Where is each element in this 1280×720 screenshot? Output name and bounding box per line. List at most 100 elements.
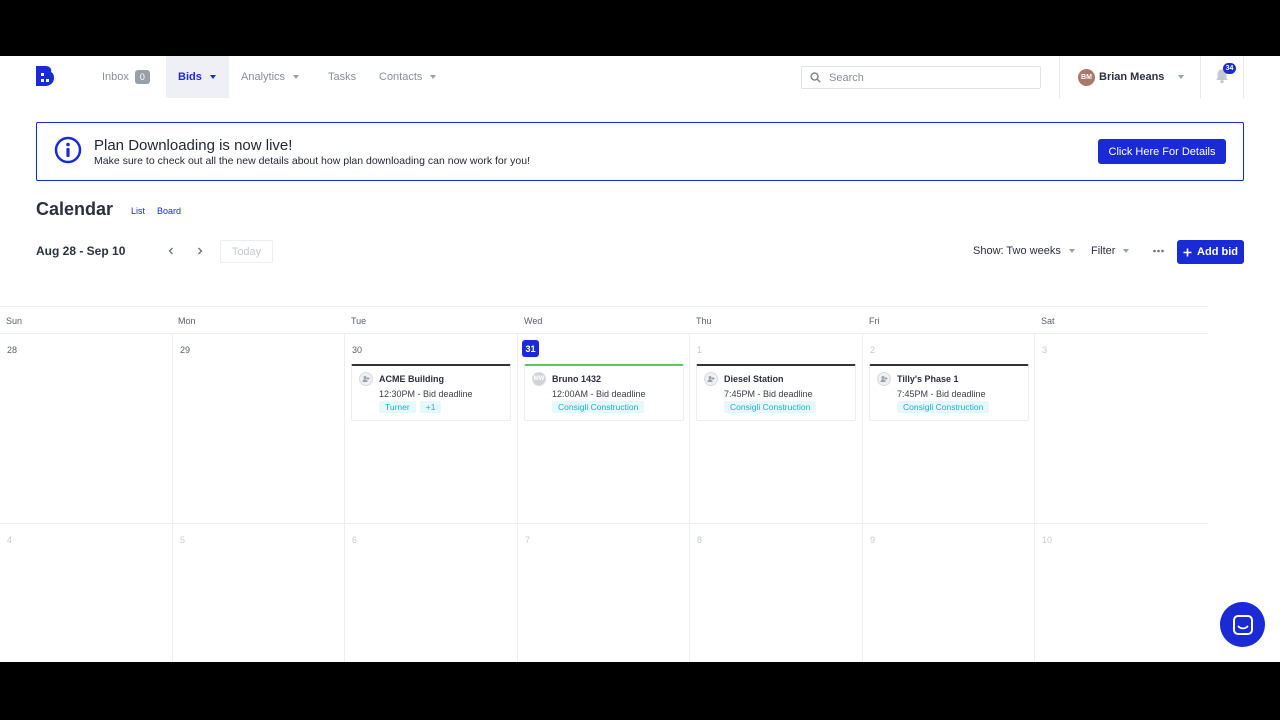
nav-analytics[interactable]: Analytics bbox=[229, 56, 311, 98]
day-number: 9 bbox=[870, 535, 876, 545]
chat-launcher-button[interactable] bbox=[1220, 602, 1265, 647]
avatar: BM bbox=[1078, 68, 1095, 86]
nav-tasks-label: Tasks bbox=[328, 71, 357, 83]
today-button[interactable]: Today bbox=[220, 240, 273, 263]
chevron-down-icon bbox=[1178, 75, 1185, 79]
day-cell[interactable]: 5 bbox=[173, 524, 345, 662]
company-icon bbox=[359, 372, 373, 386]
nav-tasks[interactable]: Tasks bbox=[316, 56, 368, 98]
day-number: 6 bbox=[352, 535, 358, 545]
show-range-dropdown[interactable]: Show: Two weeks bbox=[973, 245, 1075, 257]
event-time: 7:45PM - Bid deadline bbox=[724, 389, 813, 399]
day-cell[interactable]: 9 bbox=[863, 524, 1035, 662]
weekday-label: Thu bbox=[696, 316, 712, 326]
day-cell[interactable]: 4 bbox=[0, 524, 173, 662]
event-time: 7:45PM - Bid deadline bbox=[897, 389, 986, 399]
day-cell[interactable]: 3 bbox=[1035, 334, 1208, 524]
day-cell[interactable]: 10 bbox=[1035, 524, 1208, 662]
banner-title: Plan Downloading is now live! bbox=[94, 137, 293, 154]
page-title: Calendar bbox=[36, 199, 114, 219]
top-nav: Inbox 0 Bids Analytics Tasks Contacts Se… bbox=[0, 56, 1280, 98]
day-number: 3 bbox=[1042, 345, 1048, 355]
day-cell[interactable]: 31 MW Bruno 1432 12:00AM - Bid deadline … bbox=[518, 334, 690, 524]
day-cell[interactable]: 28 bbox=[0, 334, 173, 524]
day-number: 1 bbox=[697, 345, 703, 355]
event-time: 12:30PM - Bid deadline bbox=[379, 389, 473, 399]
day-number: 30 bbox=[352, 345, 363, 355]
event-tags: Consigli Construction bbox=[897, 401, 990, 413]
search-icon bbox=[810, 72, 821, 83]
day-number: 29 bbox=[180, 345, 191, 355]
company-icon bbox=[877, 372, 891, 386]
event-tags: Turner +1 bbox=[379, 401, 442, 413]
calendar-week: 4 5 6 7 8 9 10 bbox=[0, 524, 1208, 662]
event-tags: Consigli Construction bbox=[552, 401, 645, 413]
chevron-down-icon bbox=[1123, 249, 1130, 253]
date-range: Aug 28 - Sep 10 bbox=[36, 244, 126, 258]
view-board-link[interactable]: Board bbox=[157, 206, 181, 216]
weekday-header: Sun Mon Tue Wed Thu Fri Sat bbox=[0, 306, 1208, 334]
add-bid-label: Add bid bbox=[1197, 246, 1238, 258]
nav-inbox[interactable]: Inbox 0 bbox=[90, 56, 162, 98]
more-options-icon[interactable] bbox=[1153, 249, 1164, 253]
chevron-right-icon[interactable] bbox=[196, 247, 204, 255]
announcement-banner: Plan Downloading is now live! Make sure … bbox=[36, 122, 1244, 181]
day-cell[interactable]: 29 bbox=[173, 334, 345, 524]
view-list-link[interactable]: List bbox=[131, 206, 145, 216]
company-tag: Turner bbox=[379, 401, 416, 413]
today-day-number: 31 bbox=[522, 340, 539, 357]
day-cell[interactable]: 6 bbox=[345, 524, 518, 662]
nav-bids-label: Bids bbox=[178, 71, 202, 83]
plus-icon bbox=[1183, 248, 1192, 256]
search-box[interactable] bbox=[801, 66, 1041, 89]
day-number: 28 bbox=[7, 345, 18, 355]
company-tag: Consigli Construction bbox=[552, 401, 645, 413]
user-menu[interactable]: BM Brian Means bbox=[1078, 68, 1185, 86]
inbox-count-badge: 0 bbox=[134, 70, 150, 84]
day-cell[interactable]: 8 bbox=[690, 524, 863, 662]
filter-dropdown[interactable]: Filter bbox=[1091, 245, 1130, 257]
event-tags: Consigli Construction bbox=[724, 401, 817, 413]
chevron-down-icon bbox=[209, 75, 216, 79]
chevron-down-icon bbox=[430, 75, 437, 79]
event-title: Diesel Station bbox=[724, 374, 784, 384]
bid-event-card[interactable]: Tilly's Phase 1 7:45PM - Bid deadline Co… bbox=[869, 364, 1029, 421]
nav-divider bbox=[1059, 56, 1060, 98]
day-cell[interactable]: 2 Tilly's Phase 1 7:45PM - Bid deadline … bbox=[863, 334, 1035, 524]
nav-divider bbox=[1243, 56, 1244, 98]
event-title: Tilly's Phase 1 bbox=[897, 374, 959, 384]
chevron-left-icon[interactable] bbox=[167, 247, 175, 255]
app-frame: Inbox 0 Bids Analytics Tasks Contacts Se… bbox=[0, 56, 1280, 662]
day-number: 2 bbox=[870, 345, 876, 355]
app-logo[interactable] bbox=[36, 66, 54, 86]
chat-icon bbox=[1232, 614, 1253, 635]
bid-event-card[interactable]: MW Bruno 1432 12:00AM - Bid deadline Con… bbox=[524, 364, 684, 421]
add-bid-button[interactable]: Add bid bbox=[1177, 240, 1244, 264]
notification-badge: 34 bbox=[1223, 63, 1236, 74]
weekday-label: Tue bbox=[351, 316, 367, 326]
weekday-label: Sat bbox=[1041, 316, 1055, 326]
info-icon bbox=[54, 136, 82, 164]
event-title: Bruno 1432 bbox=[552, 374, 602, 384]
calendar-week: 28 29 30 ACME Building 12:30PM - Bid dea… bbox=[0, 334, 1208, 524]
nav-contacts[interactable]: Contacts bbox=[367, 56, 448, 98]
weekday-label: Mon bbox=[178, 316, 196, 326]
company-tag: Consigli Construction bbox=[724, 401, 817, 413]
company-icon bbox=[704, 372, 718, 386]
day-number: 8 bbox=[697, 535, 703, 545]
weekday-label: Fri bbox=[869, 316, 880, 326]
nav-contacts-label: Contacts bbox=[379, 71, 423, 83]
day-number: 7 bbox=[525, 535, 531, 545]
day-cell[interactable]: 1 Diesel Station 7:45PM - Bid deadline C… bbox=[690, 334, 863, 524]
nav-analytics-label: Analytics bbox=[241, 71, 286, 83]
day-cell[interactable]: 7 bbox=[518, 524, 690, 662]
bid-event-card[interactable]: Diesel Station 7:45PM - Bid deadline Con… bbox=[696, 364, 856, 421]
search-input[interactable] bbox=[829, 71, 1019, 84]
nav-bids[interactable]: Bids bbox=[166, 56, 229, 98]
filter-label: Filter bbox=[1091, 245, 1116, 257]
more-tag[interactable]: +1 bbox=[419, 401, 442, 413]
day-cell[interactable]: 30 ACME Building 12:30PM - Bid deadline … bbox=[345, 334, 518, 524]
bid-event-card[interactable]: ACME Building 12:30PM - Bid deadline Tur… bbox=[351, 364, 511, 421]
weekday-label: Sun bbox=[6, 316, 23, 326]
details-button[interactable]: Click Here For Details bbox=[1098, 139, 1226, 164]
